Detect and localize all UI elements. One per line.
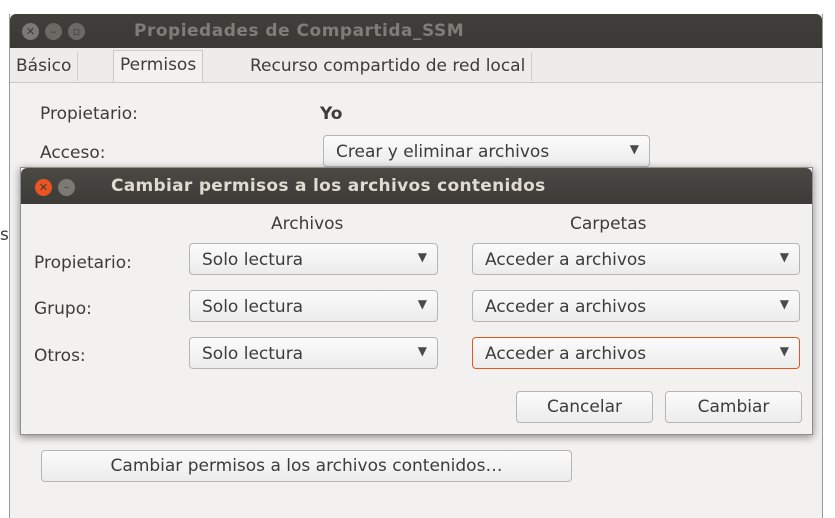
minimize-window-button[interactable]: – [45, 23, 62, 40]
row-owner-label: Propietario: [34, 253, 132, 273]
window-title: Propiedades de Compartida_SSM [134, 21, 465, 41]
others-files-value: Solo lectura [202, 344, 304, 364]
dialog-close-button[interactable]: ✕ [35, 179, 52, 196]
others-files-select[interactable]: Solo lectura ▼ [189, 337, 438, 369]
maximize-icon: ▫ [72, 25, 81, 38]
dialog-minimize-button[interactable]: – [58, 179, 75, 196]
tab-basico[interactable]: Básico [10, 52, 79, 81]
chevron-down-icon: ▼ [629, 142, 639, 156]
owner-label: Propietario: [40, 104, 138, 124]
chevron-down-icon: ▼ [779, 250, 789, 264]
row-group-label: Grupo: [34, 299, 92, 319]
close-icon: ✕ [38, 181, 49, 194]
access-label: Acceso: [40, 143, 106, 163]
change-button[interactable]: Cambiar [665, 391, 802, 423]
close-icon: ✕ [25, 25, 36, 38]
folders-column-header: Carpetas [570, 214, 647, 234]
owner-value: Yo [320, 104, 343, 124]
tab-permisos[interactable]: Permisos [113, 50, 204, 82]
chevron-down-icon: ▼ [417, 344, 427, 358]
group-folders-select[interactable]: Acceder a archivos ▼ [472, 290, 800, 322]
group-files-value: Solo lectura [202, 297, 304, 317]
owner-files-value: Solo lectura [202, 250, 304, 270]
others-folders-select[interactable]: Acceder a archivos ▼ [472, 337, 800, 369]
group-folders-value: Acceder a archivos [485, 297, 647, 317]
access-select-value: Crear y eliminar archivos [336, 142, 550, 162]
chevron-down-icon: ▼ [779, 297, 789, 311]
minimize-icon: – [64, 182, 69, 193]
change-contents-permissions-button[interactable]: Cambiar permisos a los archivos contenid… [41, 450, 572, 482]
chevron-down-icon: ▼ [417, 297, 427, 311]
cancel-button[interactable]: Cancelar [516, 391, 653, 423]
close-window-button[interactable]: ✕ [22, 23, 39, 40]
partial-text: s [0, 225, 9, 245]
dialog-titlebar: ✕ – Cambiar permisos a los archivos cont… [21, 168, 812, 204]
change-permissions-dialog: ✕ – Cambiar permisos a los archivos cont… [20, 167, 813, 435]
group-files-select[interactable]: Solo lectura ▼ [189, 290, 438, 322]
tab-bar: Básico Permisos Recurso compartido de re… [10, 48, 822, 83]
others-folders-value: Acceder a archivos [485, 344, 647, 364]
row-others-label: Otros: [34, 346, 86, 366]
tab-recurso-compartido[interactable]: Recurso compartido de red local [244, 52, 533, 81]
owner-folders-select[interactable]: Acceder a archivos ▼ [472, 243, 800, 275]
dialog-title: Cambiar permisos a los archivos contenid… [111, 176, 546, 196]
owner-files-select[interactable]: Solo lectura ▼ [189, 243, 438, 275]
files-column-header: Archivos [271, 214, 344, 234]
owner-folders-value: Acceder a archivos [485, 250, 647, 270]
access-select[interactable]: Crear y eliminar archivos ▼ [323, 135, 650, 167]
minimize-icon: – [50, 25, 57, 38]
maximize-window-button[interactable]: ▫ [68, 23, 85, 40]
window-titlebar: ✕ – ▫ Propiedades de Compartida_SSM [10, 14, 822, 48]
chevron-down-icon: ▼ [779, 344, 789, 358]
chevron-down-icon: ▼ [417, 250, 427, 264]
